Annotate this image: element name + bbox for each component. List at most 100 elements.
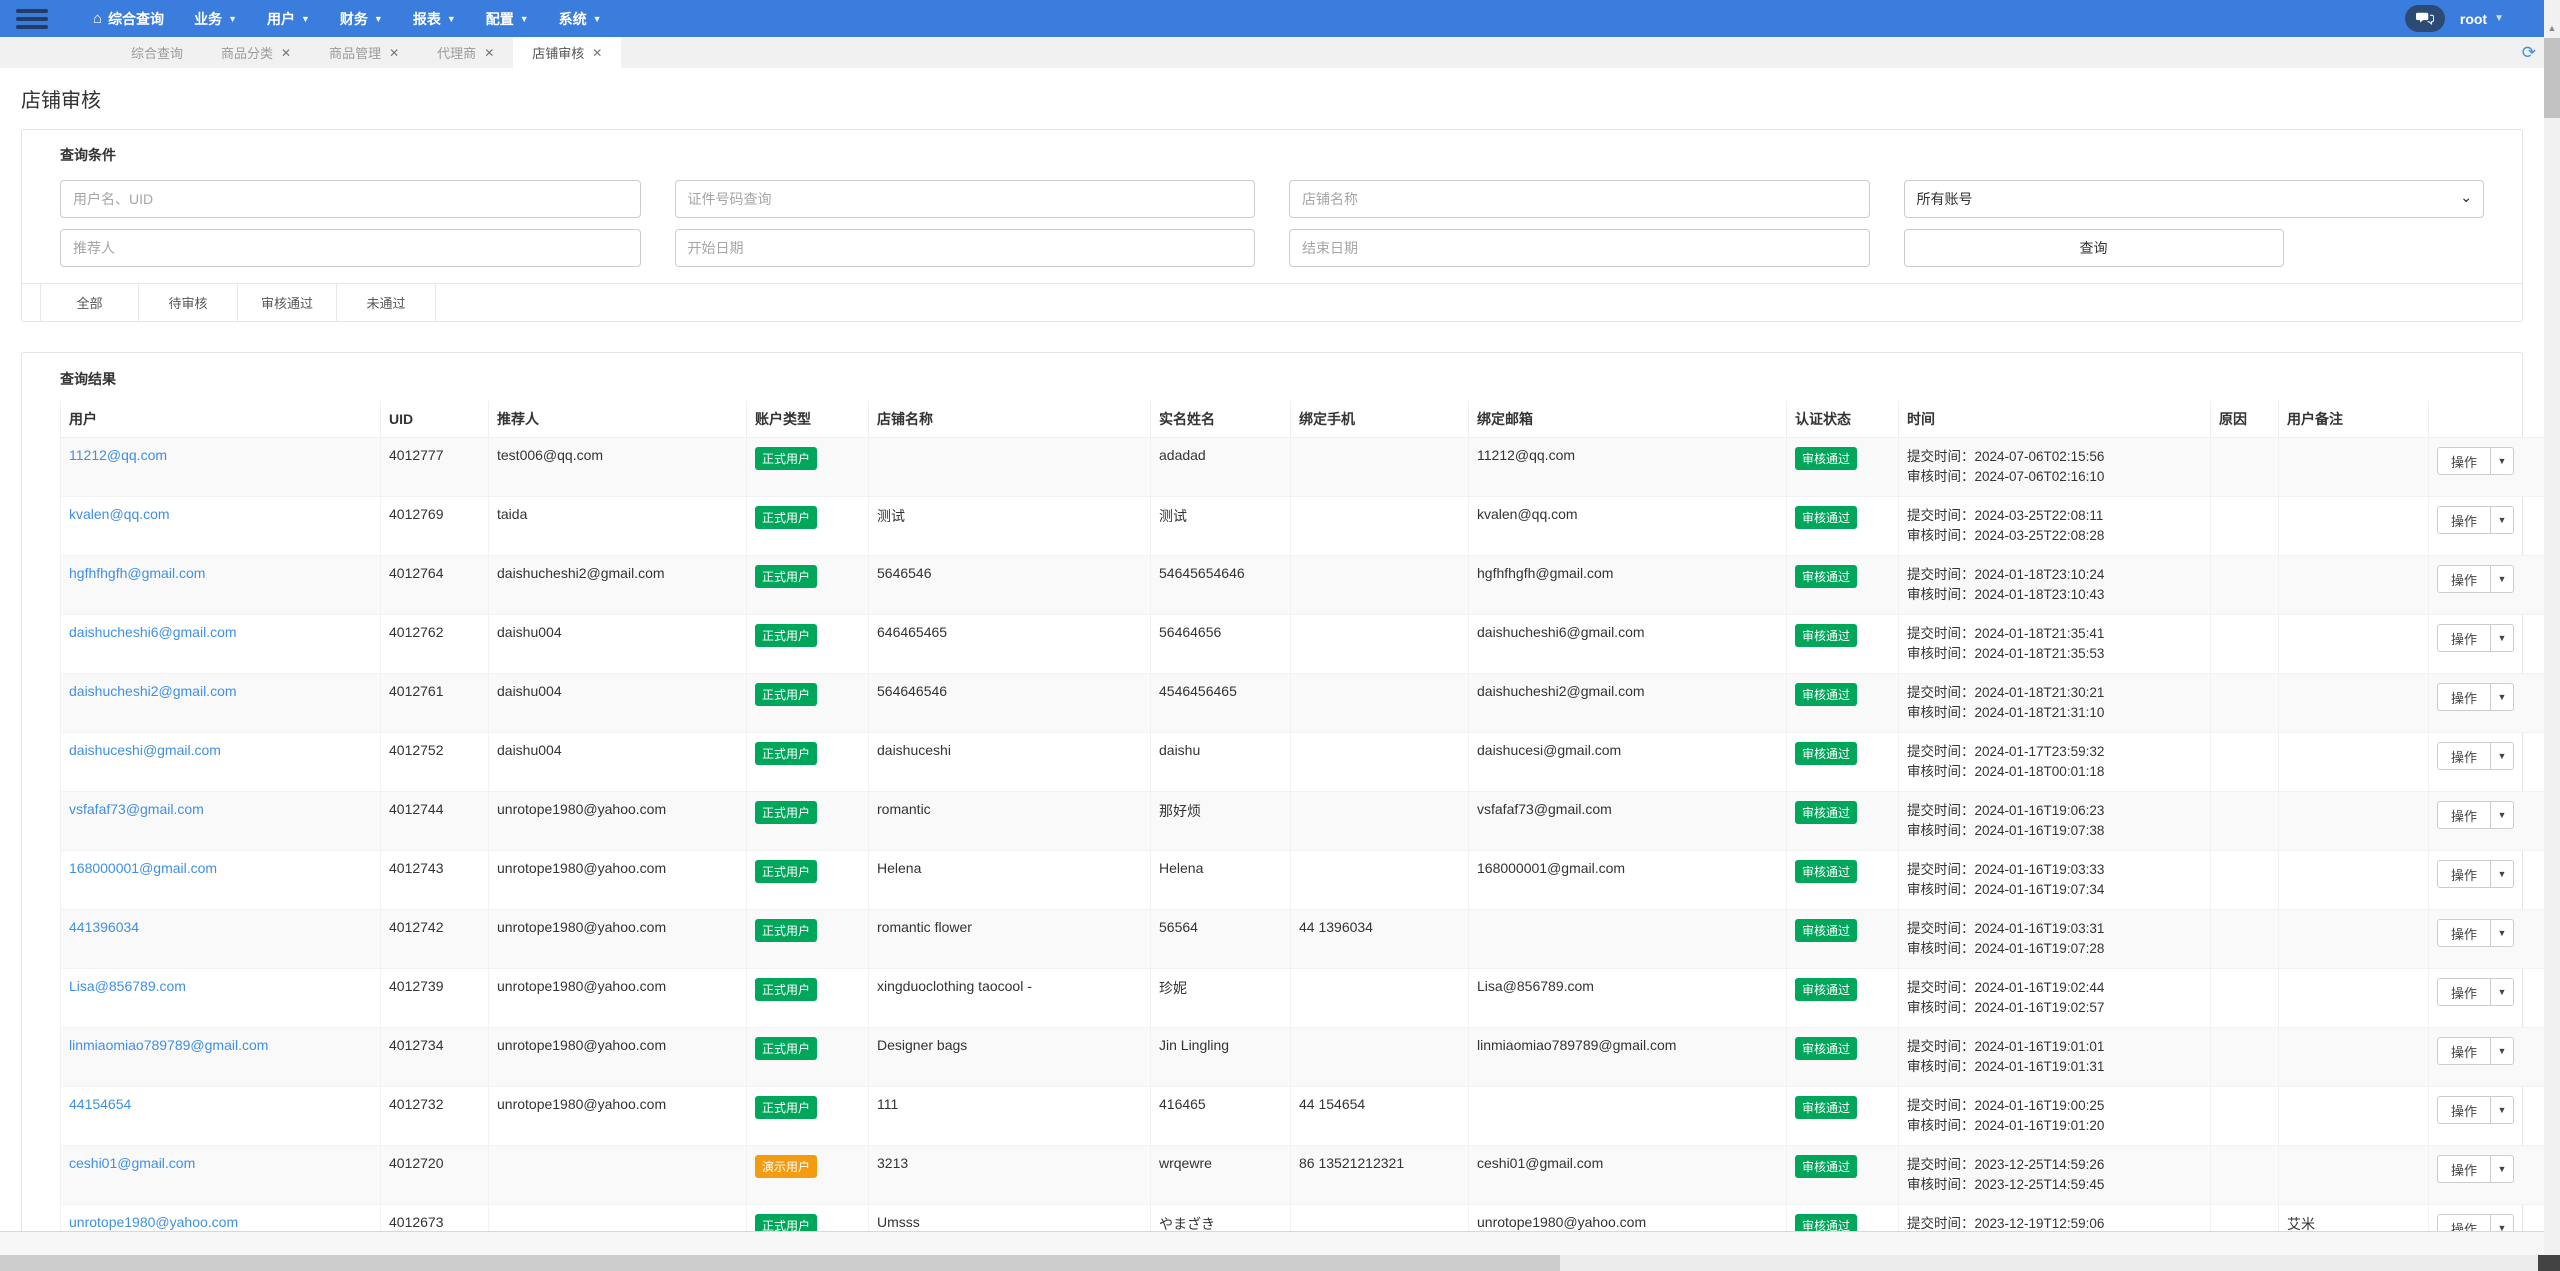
cell-time: 提交时间：2024-01-17T23:59:32 审核时间：2024-01-18T… bbox=[1898, 732, 2211, 792]
messages-button[interactable] bbox=[2404, 5, 2445, 32]
refresh-icon[interactable]: ⟳ bbox=[2522, 37, 2536, 68]
status-badge: 审核通过 bbox=[1795, 447, 1858, 470]
tab-商品分类[interactable]: 商品分类 ✕ bbox=[202, 37, 310, 68]
hamburger-menu-icon[interactable] bbox=[16, 8, 48, 29]
user-link[interactable]: ceshi01@gmail.com bbox=[69, 1155, 195, 1171]
cell-time: 提交时间：2024-07-06T02:15:56 审核时间：2024-07-06T… bbox=[1898, 437, 2211, 497]
action-dropdown-caret[interactable]: ▼ bbox=[2490, 801, 2515, 829]
column-header-账户类型: 账户类型 bbox=[746, 401, 869, 438]
user-link[interactable]: 44154654 bbox=[69, 1096, 131, 1112]
nav-item-报表[interactable]: 报表 ▼ bbox=[398, 0, 471, 37]
status-filter-待审核[interactable]: 待审核 bbox=[139, 284, 238, 321]
user-link[interactable]: 441396034 bbox=[69, 919, 139, 935]
user-link[interactable]: daishucheshi2@gmail.com bbox=[69, 683, 237, 699]
account-type-select[interactable]: 所有账号 bbox=[1903, 180, 2484, 218]
user-link[interactable]: linmiaomiao789789@gmail.com bbox=[69, 1037, 268, 1053]
username: root bbox=[2459, 10, 2488, 27]
user-link[interactable]: 168000001@gmail.com bbox=[69, 860, 217, 876]
audit-time: 审核时间：2024-01-16T19:01:31 bbox=[1907, 1057, 2202, 1077]
action-button[interactable]: 操作 bbox=[2437, 978, 2492, 1006]
user-link[interactable]: hgfhfhgfh@gmail.com bbox=[69, 565, 205, 581]
action-dropdown-caret[interactable]: ▼ bbox=[2490, 919, 2515, 947]
scroll-up-arrow-icon[interactable]: ▲ bbox=[2544, 18, 2560, 38]
action-dropdown-caret[interactable]: ▼ bbox=[2490, 624, 2515, 652]
action-button[interactable]: 操作 bbox=[2437, 624, 2492, 652]
audit-time-label: 审核时间： bbox=[1907, 941, 1975, 956]
action-dropdown-caret[interactable]: ▼ bbox=[2490, 565, 2515, 593]
user-link[interactable]: unrotope1980@yahoo.com bbox=[69, 1214, 238, 1230]
cell-real-name: 珍妮 bbox=[1150, 968, 1291, 1028]
action-dropdown-caret[interactable]: ▼ bbox=[2490, 1037, 2515, 1065]
nav-item-业务[interactable]: 业务 ▼ bbox=[179, 0, 252, 37]
action-dropdown-caret[interactable]: ▼ bbox=[2490, 742, 2515, 770]
cell-referrer: unrotope1980@yahoo.com bbox=[488, 1027, 747, 1087]
close-icon[interactable]: ✕ bbox=[484, 46, 494, 60]
nav-item-财务[interactable]: 财务 ▼ bbox=[325, 0, 398, 37]
horizontal-scrollbar-thumb[interactable] bbox=[0, 1255, 1560, 1271]
vertical-scrollbar-thumb[interactable] bbox=[2544, 38, 2560, 118]
status-filter-未通过[interactable]: 未通过 bbox=[337, 284, 436, 321]
column-header-用户备注: 用户备注 bbox=[2278, 401, 2429, 438]
nav-item-配置[interactable]: 配置 ▼ bbox=[471, 0, 544, 37]
action-dropdown-caret[interactable]: ▼ bbox=[2490, 683, 2515, 711]
action-button[interactable]: 操作 bbox=[2437, 1037, 2492, 1065]
nav-item-系统[interactable]: 系统 ▼ bbox=[544, 0, 617, 37]
action-button[interactable]: 操作 bbox=[2437, 506, 2492, 534]
cell-email: ceshi01@gmail.com bbox=[1468, 1145, 1787, 1205]
action-button[interactable]: 操作 bbox=[2437, 1155, 2492, 1183]
end-date-input[interactable] bbox=[1289, 229, 1870, 267]
table-row: daishucheshi6@gmail.com 4012762 daishu004 正… bbox=[60, 614, 2559, 674]
vertical-scrollbar[interactable]: ▲ bbox=[2544, 0, 2560, 1271]
user-link[interactable]: daishucheshi6@gmail.com bbox=[69, 624, 237, 640]
cell-email: daishucesi@gmail.com bbox=[1468, 732, 1787, 792]
cell-email bbox=[1468, 909, 1787, 969]
action-button[interactable]: 操作 bbox=[2437, 801, 2492, 829]
id-number-input[interactable] bbox=[674, 180, 1255, 218]
search-button[interactable]: 查询 bbox=[1903, 229, 2284, 267]
cell-remark bbox=[2278, 437, 2429, 497]
action-dropdown-caret[interactable]: ▼ bbox=[2490, 1155, 2515, 1183]
tab-代理商[interactable]: 代理商 ✕ bbox=[418, 37, 513, 68]
cell-time: 提交时间：2024-01-16T19:03:33 审核时间：2024-01-16T… bbox=[1898, 850, 2211, 910]
username-uid-input[interactable] bbox=[60, 180, 641, 218]
user-link[interactable]: vsfafaf73@gmail.com bbox=[69, 801, 204, 817]
tab-商品管理[interactable]: 商品管理 ✕ bbox=[310, 37, 418, 68]
audit-time: 审核时间：2024-01-16T19:01:20 bbox=[1907, 1116, 2202, 1136]
cell-account-type: 正式用户 bbox=[746, 732, 869, 792]
tab-综合查询[interactable]: 综合查询 bbox=[112, 37, 202, 68]
action-button[interactable]: 操作 bbox=[2437, 860, 2492, 888]
action-button[interactable]: 操作 bbox=[2437, 1096, 2492, 1124]
status-badge: 审核通过 bbox=[1795, 506, 1858, 529]
shop-name-input[interactable] bbox=[1289, 180, 1870, 218]
action-dropdown-caret[interactable]: ▼ bbox=[2490, 978, 2515, 1006]
user-link[interactable]: daishuceshi@gmail.com bbox=[69, 742, 221, 758]
close-icon[interactable]: ✕ bbox=[592, 46, 602, 60]
referrer-input[interactable] bbox=[60, 229, 641, 267]
start-date-input[interactable] bbox=[674, 229, 1255, 267]
nav-item-用户[interactable]: 用户 ▼ bbox=[252, 0, 325, 37]
action-dropdown-caret[interactable]: ▼ bbox=[2490, 506, 2515, 534]
status-filter-全部[interactable]: 全部 bbox=[40, 284, 139, 321]
user-link[interactable]: kvalen@qq.com bbox=[69, 506, 170, 522]
horizontal-scrollbar[interactable] bbox=[0, 1255, 2544, 1271]
action-button[interactable]: 操作 bbox=[2437, 919, 2492, 947]
user-link[interactable]: 11212@qq.com bbox=[69, 447, 167, 463]
user-menu[interactable]: root ▼ bbox=[2460, 11, 2504, 27]
cell-email: vsfafaf73@gmail.com bbox=[1468, 791, 1787, 851]
action-button[interactable]: 操作 bbox=[2437, 742, 2492, 770]
action-button[interactable]: 操作 bbox=[2437, 565, 2492, 593]
action-button[interactable]: 操作 bbox=[2437, 447, 2492, 475]
column-header-绑定邮箱: 绑定邮箱 bbox=[1468, 401, 1787, 438]
status-filter-审核通过[interactable]: 审核通过 bbox=[238, 284, 337, 321]
action-dropdown-caret[interactable]: ▼ bbox=[2490, 860, 2515, 888]
action-dropdown-caret[interactable]: ▼ bbox=[2490, 1096, 2515, 1124]
close-icon[interactable]: ✕ bbox=[389, 46, 399, 60]
user-link[interactable]: Lisa@856789.com bbox=[69, 978, 186, 994]
close-icon[interactable]: ✕ bbox=[281, 46, 291, 60]
action-dropdown-caret[interactable]: ▼ bbox=[2490, 447, 2515, 475]
action-button[interactable]: 操作 bbox=[2437, 683, 2492, 711]
cell-action: 操作▼ bbox=[2428, 850, 2559, 910]
account-type-badge: 正式用户 bbox=[755, 1096, 818, 1119]
tab-店铺审核[interactable]: 店铺审核 ✕ bbox=[513, 37, 622, 68]
nav-item-综合查询[interactable]: ⌂ 综合查询 bbox=[78, 0, 179, 37]
